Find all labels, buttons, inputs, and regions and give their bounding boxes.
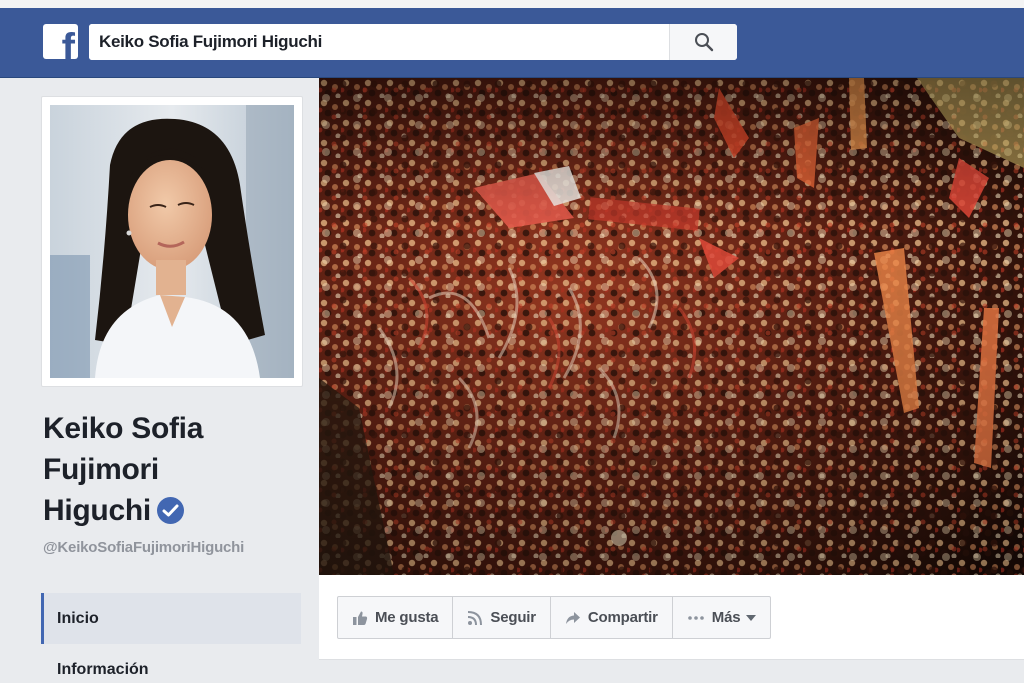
rss-icon (467, 610, 483, 626)
share-button[interactable]: Compartir (551, 597, 673, 638)
profile-photo (50, 105, 294, 378)
page-title: Keiko Sofia Fujimori Higuchi (43, 408, 283, 531)
search-icon (694, 33, 713, 52)
profile-picture[interactable] (41, 96, 303, 387)
verified-badge-icon (156, 497, 184, 524)
search-button[interactable] (669, 24, 737, 60)
more-button-label: Más (711, 609, 741, 626)
share-button-label: Compartir (587, 609, 658, 626)
sidebar-item-label: Inicio (57, 609, 99, 627)
crowd-rally-image (319, 78, 1024, 575)
more-button[interactable]: Más (673, 597, 771, 638)
page-title-line-2: Fujimori (43, 453, 159, 486)
ellipsis-icon (687, 610, 705, 626)
like-button[interactable]: Me gusta (338, 597, 454, 638)
page-action-bar: Me gusta Seguir Compartir Más (319, 575, 1024, 660)
thumbs-up-icon (352, 610, 368, 626)
sidebar-item-informacion[interactable]: Información (41, 644, 301, 683)
facebook-logo-icon[interactable]: f (43, 24, 78, 59)
page-title-line-1: Keiko Sofia (43, 412, 204, 445)
page-title-line-3: Higuchi (43, 494, 151, 527)
sidebar-item-inicio[interactable]: Inicio (41, 593, 301, 644)
page-content-area (319, 660, 1024, 683)
like-button-label: Me gusta (375, 609, 439, 626)
action-button-group: Me gusta Seguir Compartir Más (337, 596, 772, 639)
top-navigation-bar: f (0, 8, 1024, 78)
follow-button-label: Seguir (490, 609, 536, 626)
sidebar-item-label: Información (57, 660, 149, 678)
share-arrow-icon (565, 610, 581, 626)
window-top-strip (0, 0, 1024, 8)
follow-button[interactable]: Seguir (453, 597, 551, 638)
chevron-down-icon (746, 614, 757, 621)
search-input[interactable] (89, 24, 669, 60)
page-sidebar: Keiko Sofia Fujimori Higuchi @KeikoSofia… (0, 78, 318, 683)
search-bar (89, 24, 737, 60)
page-username[interactable]: @KeikoSofiaFujimoriHiguchi (43, 539, 244, 556)
cover-photo[interactable] (319, 78, 1024, 575)
